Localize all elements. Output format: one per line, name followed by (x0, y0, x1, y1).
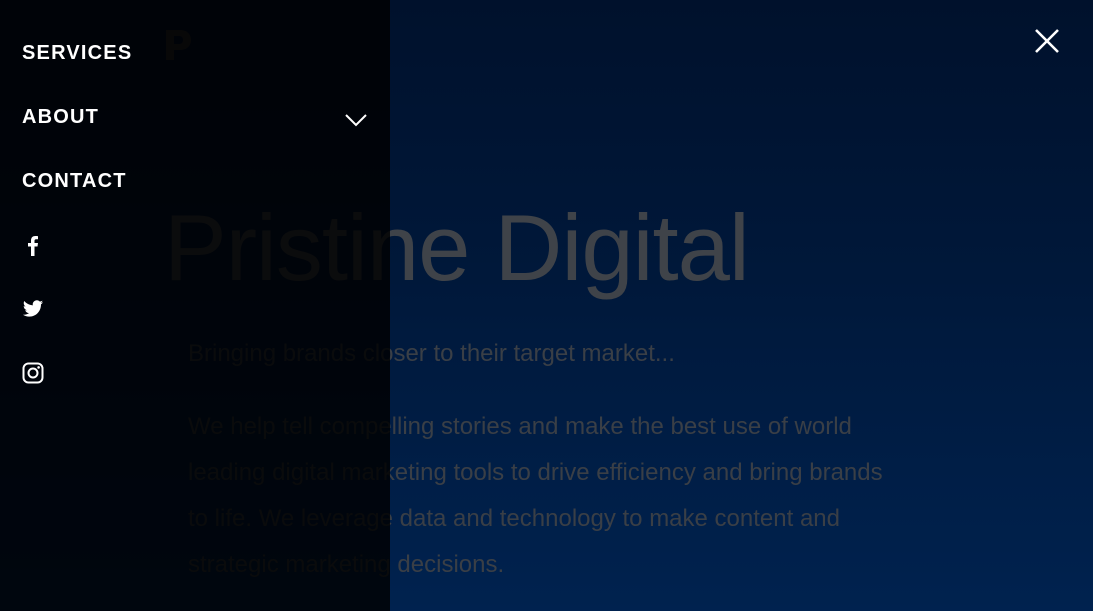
menu-item-about[interactable]: ABOUT (22, 106, 99, 129)
twitter-icon[interactable] (22, 298, 44, 320)
close-icon[interactable] (1030, 24, 1064, 58)
facebook-icon[interactable] (22, 234, 44, 256)
menu-item-contact[interactable]: CONTACT (22, 170, 127, 193)
chevron-down-icon[interactable] (343, 110, 369, 130)
page: Pristine Digital Bringing brands closer … (0, 0, 1093, 611)
instagram-icon[interactable] (22, 362, 44, 384)
side-menu-drawer: SERVICES ABOUT CONTACT (0, 0, 390, 611)
menu-item-services[interactable]: SERVICES (22, 42, 132, 65)
